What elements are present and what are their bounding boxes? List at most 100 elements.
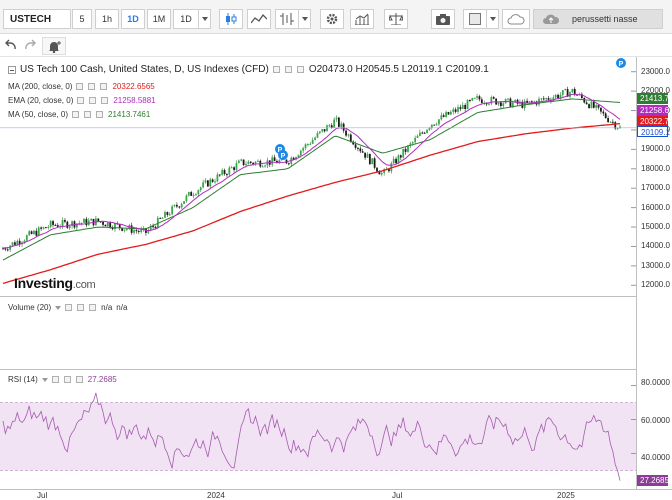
indicator-label: MA (200, close, 0) [8, 82, 73, 91]
candle-body [40, 227, 43, 229]
candle-body [542, 98, 545, 100]
candle-body [328, 125, 331, 127]
candle-body [245, 164, 247, 166]
visibility-mini-icon[interactable] [75, 376, 83, 383]
candle-body [307, 144, 309, 146]
candle-body [478, 96, 481, 100]
candle-body [314, 137, 316, 140]
candle-body [4, 248, 7, 250]
candle-body [600, 107, 602, 112]
candle-body [125, 228, 128, 230]
ma200-line [2, 123, 621, 285]
candle-body [588, 104, 590, 109]
close-mini-icon[interactable] [84, 111, 92, 118]
candle-body [469, 100, 471, 102]
candle-body [304, 144, 307, 149]
candle-body [230, 167, 233, 169]
chart-canvas[interactable]: PPP [0, 0, 672, 500]
candle-body [561, 90, 564, 95]
close-mini-icon[interactable] [63, 376, 71, 383]
candle-body [11, 242, 14, 246]
volume-legend[interactable]: Volume (20) n/a n/a [8, 303, 127, 312]
candle-body [206, 180, 209, 187]
candle-body [159, 217, 162, 219]
candle-body [418, 132, 421, 136]
candle-body [530, 101, 533, 103]
candle-body [61, 220, 64, 227]
close-mini-icon[interactable] [77, 304, 85, 311]
candle-body [164, 212, 166, 218]
candle-body [611, 121, 614, 123]
ma50-legend[interactable]: MA (50, close, 0) 21413.7461 [8, 110, 150, 119]
candle-body [423, 132, 426, 134]
candle-body [614, 122, 617, 129]
settings-mini-icon[interactable] [65, 304, 73, 311]
candle-body [471, 98, 474, 101]
ema20-legend[interactable]: EMA (20, close, 0) 21258.5881 [8, 96, 156, 105]
candle-body [183, 201, 185, 204]
chevron-down-icon[interactable] [55, 305, 62, 310]
candle-body [557, 94, 559, 99]
price-axis-label: 18000.0 [641, 163, 670, 173]
settings-mini-icon[interactable] [76, 83, 84, 90]
close-mini-icon[interactable] [284, 66, 292, 73]
candle-body [564, 89, 567, 91]
candle-body [392, 158, 395, 164]
candle-body [340, 123, 343, 127]
collapse-icon[interactable] [8, 65, 16, 74]
ma200-legend[interactable]: MA (200, close, 0) 20322.6565 [8, 82, 155, 91]
candle-body [380, 173, 383, 175]
candle-body [287, 163, 290, 165]
candle-body [90, 218, 93, 221]
rsi-legend[interactable]: RSI (14) 27.2685 [8, 375, 117, 384]
candle-body [507, 98, 509, 100]
candle-body [488, 103, 490, 105]
candle-body [364, 152, 367, 158]
candle-body [492, 97, 495, 99]
candle-body [457, 107, 459, 112]
rsi-value: 27.2685 [87, 375, 117, 384]
time-axis-label: 2025 [557, 491, 575, 500]
candle-body [221, 170, 224, 175]
candle-body [102, 221, 104, 225]
candle-body [371, 158, 374, 165]
pane-divider[interactable] [0, 296, 636, 297]
price-axis-label: 12000.0 [641, 280, 670, 290]
candle-body [161, 217, 164, 219]
candle-body [345, 130, 347, 136]
candle-body [47, 226, 50, 228]
time-axis-label: Jul [37, 491, 48, 500]
chevron-down-icon[interactable] [41, 377, 48, 382]
candle-body [173, 204, 176, 207]
close-mini-icon[interactable] [88, 83, 96, 90]
price-axis-label: 19000.0 [641, 144, 670, 154]
visibility-mini-icon[interactable] [89, 304, 97, 311]
price-axis-label: 23000.0 [641, 66, 670, 76]
candle-body [114, 223, 116, 230]
visibility-mini-icon[interactable] [96, 111, 104, 118]
candle-body [571, 88, 574, 93]
candle-body [247, 161, 250, 165]
candle-body [526, 100, 528, 103]
pane-divider[interactable] [0, 369, 636, 370]
candle-body [354, 144, 357, 148]
candle-body [273, 157, 276, 161]
visibility-mini-icon[interactable] [296, 66, 304, 73]
settings-mini-icon[interactable] [51, 376, 59, 383]
candle-body [430, 124, 433, 128]
visibility-mini-icon[interactable] [100, 83, 108, 90]
settings-mini-icon[interactable] [72, 111, 80, 118]
candle-body [33, 230, 35, 234]
settings-mini-icon[interactable] [272, 66, 280, 73]
candle-body [318, 131, 321, 134]
settings-mini-icon[interactable] [77, 97, 85, 104]
candle-body [264, 165, 266, 167]
candle-body [199, 187, 202, 191]
visibility-mini-icon[interactable] [101, 97, 109, 104]
close-mini-icon[interactable] [89, 97, 97, 104]
candle-body [135, 230, 138, 232]
candle-body [202, 182, 205, 188]
event-marker-label: P [281, 153, 286, 160]
price-axis-label: 15000.0 [641, 222, 670, 232]
candle-body [97, 218, 100, 222]
